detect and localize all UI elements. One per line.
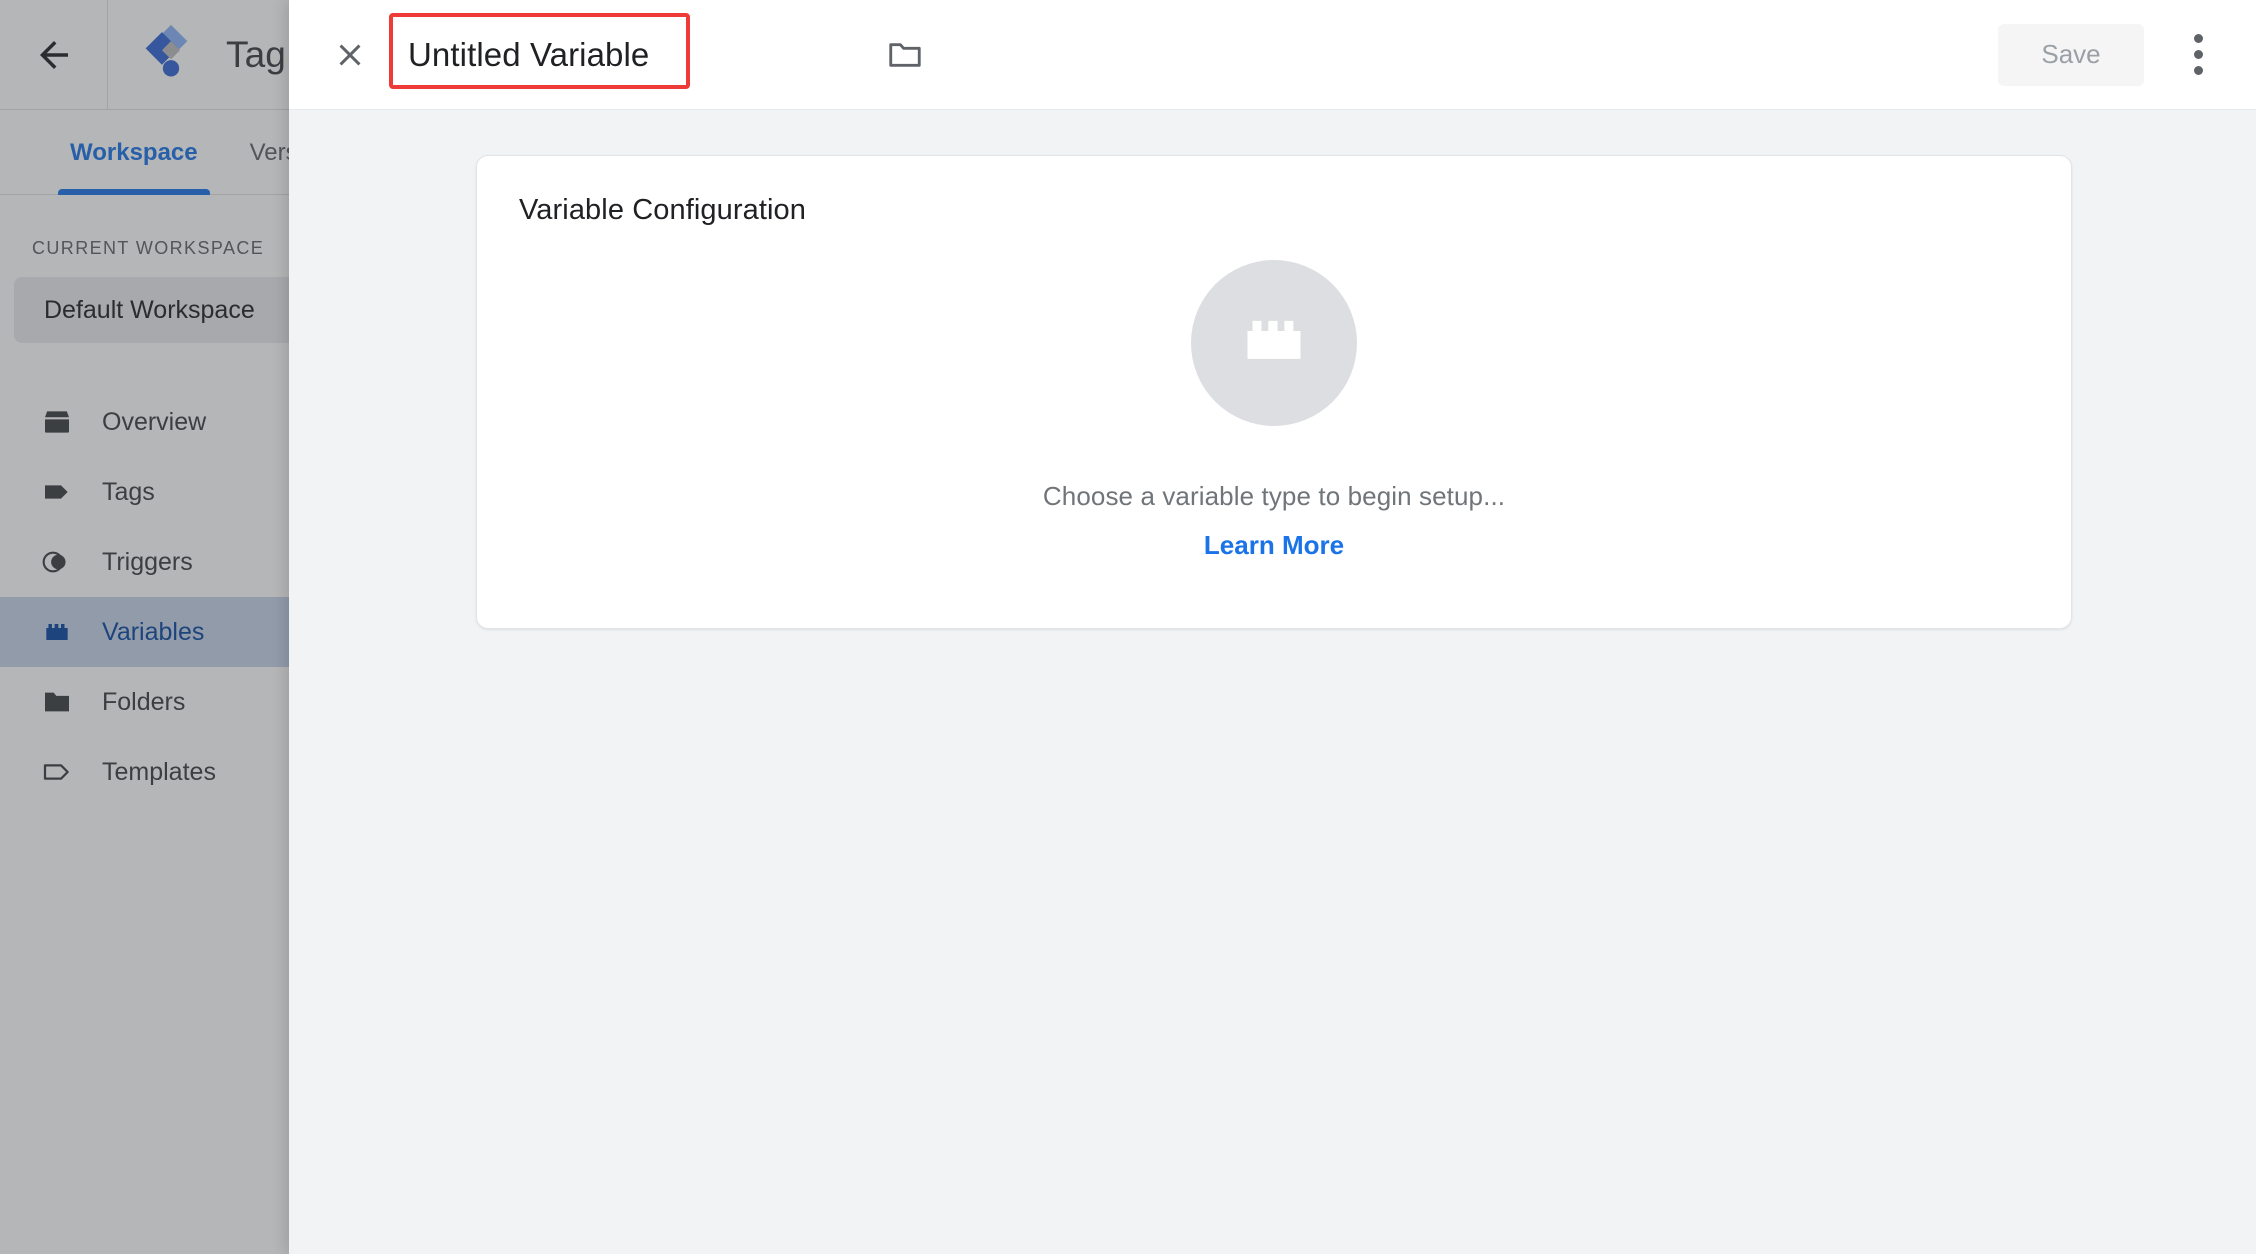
variable-configuration-card: Variable Configuration Choose a variable…: [476, 155, 2072, 629]
folder-outline-icon: [886, 36, 924, 74]
learn-more-link[interactable]: Learn More: [1204, 530, 1344, 561]
variable-brick-icon: [1231, 298, 1317, 389]
save-button[interactable]: Save: [1998, 23, 2144, 86]
choose-folder-button[interactable]: [873, 23, 937, 87]
app-root: Tag Ma Workspace Versi CURRENT WORKSPACE…: [0, 0, 2256, 1254]
empty-state-icon-circle: [1191, 260, 1357, 426]
empty-state: Choose a variable type to begin setup...…: [477, 260, 2071, 561]
close-icon: [332, 37, 368, 73]
panel-body: Variable Configuration Choose a variable…: [289, 110, 2256, 1254]
close-button[interactable]: [318, 23, 382, 87]
save-button-label: Save: [2041, 39, 2101, 69]
panel-header: Save: [289, 0, 2256, 110]
card-title: Variable Configuration: [519, 194, 807, 226]
variable-title-field[interactable]: [389, 12, 843, 92]
variable-title-input[interactable]: [398, 17, 843, 92]
empty-state-message: Choose a variable type to begin setup...: [1042, 481, 1506, 511]
more-options-button[interactable]: [2166, 23, 2230, 87]
more-vert-icon: [2193, 34, 2203, 75]
variable-detail-panel: Save Variable Configuration: [289, 0, 2256, 1254]
